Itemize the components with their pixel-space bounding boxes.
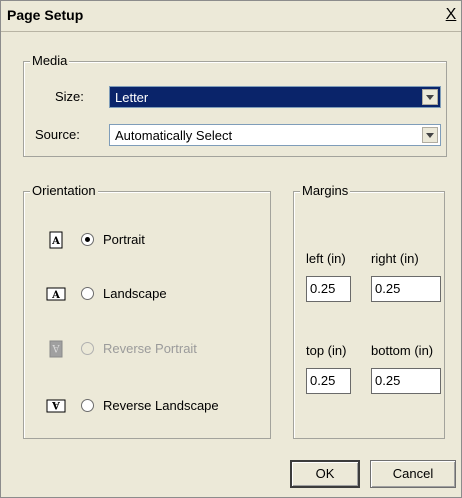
landscape-radio[interactable] — [81, 287, 94, 300]
svg-text:A: A — [52, 342, 61, 353]
dialog-title: Page Setup — [7, 7, 84, 23]
size-select[interactable]: Letter — [109, 86, 441, 108]
portrait-icon: A — [49, 231, 63, 249]
portrait-radio[interactable] — [81, 233, 94, 246]
size-label: Size: — [55, 89, 84, 104]
landscape-label: Landscape — [103, 286, 167, 301]
bottom-margin-label: bottom (in) — [371, 343, 434, 358]
margins-group: Margins — [293, 183, 445, 439]
cancel-button[interactable]: Cancel — [370, 460, 456, 488]
top-margin-input[interactable]: 0.25 — [306, 368, 351, 394]
size-value: Letter — [115, 90, 149, 105]
orientation-legend: Orientation — [30, 183, 98, 198]
top-margin-label: top (in) — [306, 343, 347, 358]
svg-text:A: A — [52, 399, 61, 410]
right-margin-input[interactable]: 0.25 — [371, 276, 441, 302]
left-margin-label: left (in) — [306, 251, 346, 266]
source-dropdown-arrow-icon[interactable] — [422, 127, 438, 143]
bottom-margin-input[interactable]: 0.25 — [371, 368, 441, 394]
reverse-portrait-icon: A — [49, 340, 63, 358]
source-select[interactable]: Automatically Select — [109, 124, 441, 146]
orientation-option-reverse-landscape[interactable]: A Reverse Landscape — [45, 396, 265, 416]
orientation-option-landscape[interactable]: A Landscape — [45, 284, 245, 304]
svg-text:A: A — [51, 290, 60, 301]
reverse-portrait-radio — [81, 342, 94, 355]
margins-legend: Margins — [300, 183, 351, 198]
reverse-landscape-icon: A — [46, 399, 66, 413]
portrait-label: Portrait — [103, 232, 145, 247]
size-dropdown-arrow-icon[interactable] — [422, 89, 438, 105]
reverse-landscape-label: Reverse Landscape — [103, 398, 219, 413]
source-value: Automatically Select — [115, 128, 233, 143]
reverse-landscape-radio[interactable] — [81, 399, 94, 412]
orientation-option-portrait[interactable]: A Portrait — [45, 230, 245, 250]
orientation-option-reverse-portrait: A Reverse Portrait — [45, 339, 245, 359]
right-margin-label: right (in) — [371, 251, 419, 266]
media-legend: Media — [30, 53, 70, 68]
svg-text:A: A — [51, 236, 60, 247]
source-label: Source: — [35, 127, 80, 142]
ok-button[interactable]: OK — [290, 460, 360, 488]
reverse-portrait-label: Reverse Portrait — [103, 341, 197, 356]
title-bar: Page Setup X — [1, 1, 461, 32]
landscape-icon: A — [46, 287, 66, 301]
close-button[interactable]: X — [442, 5, 460, 25]
page-setup-dialog: Page Setup X Media Size: Letter Source: … — [0, 0, 462, 498]
left-margin-input[interactable]: 0.25 — [306, 276, 351, 302]
